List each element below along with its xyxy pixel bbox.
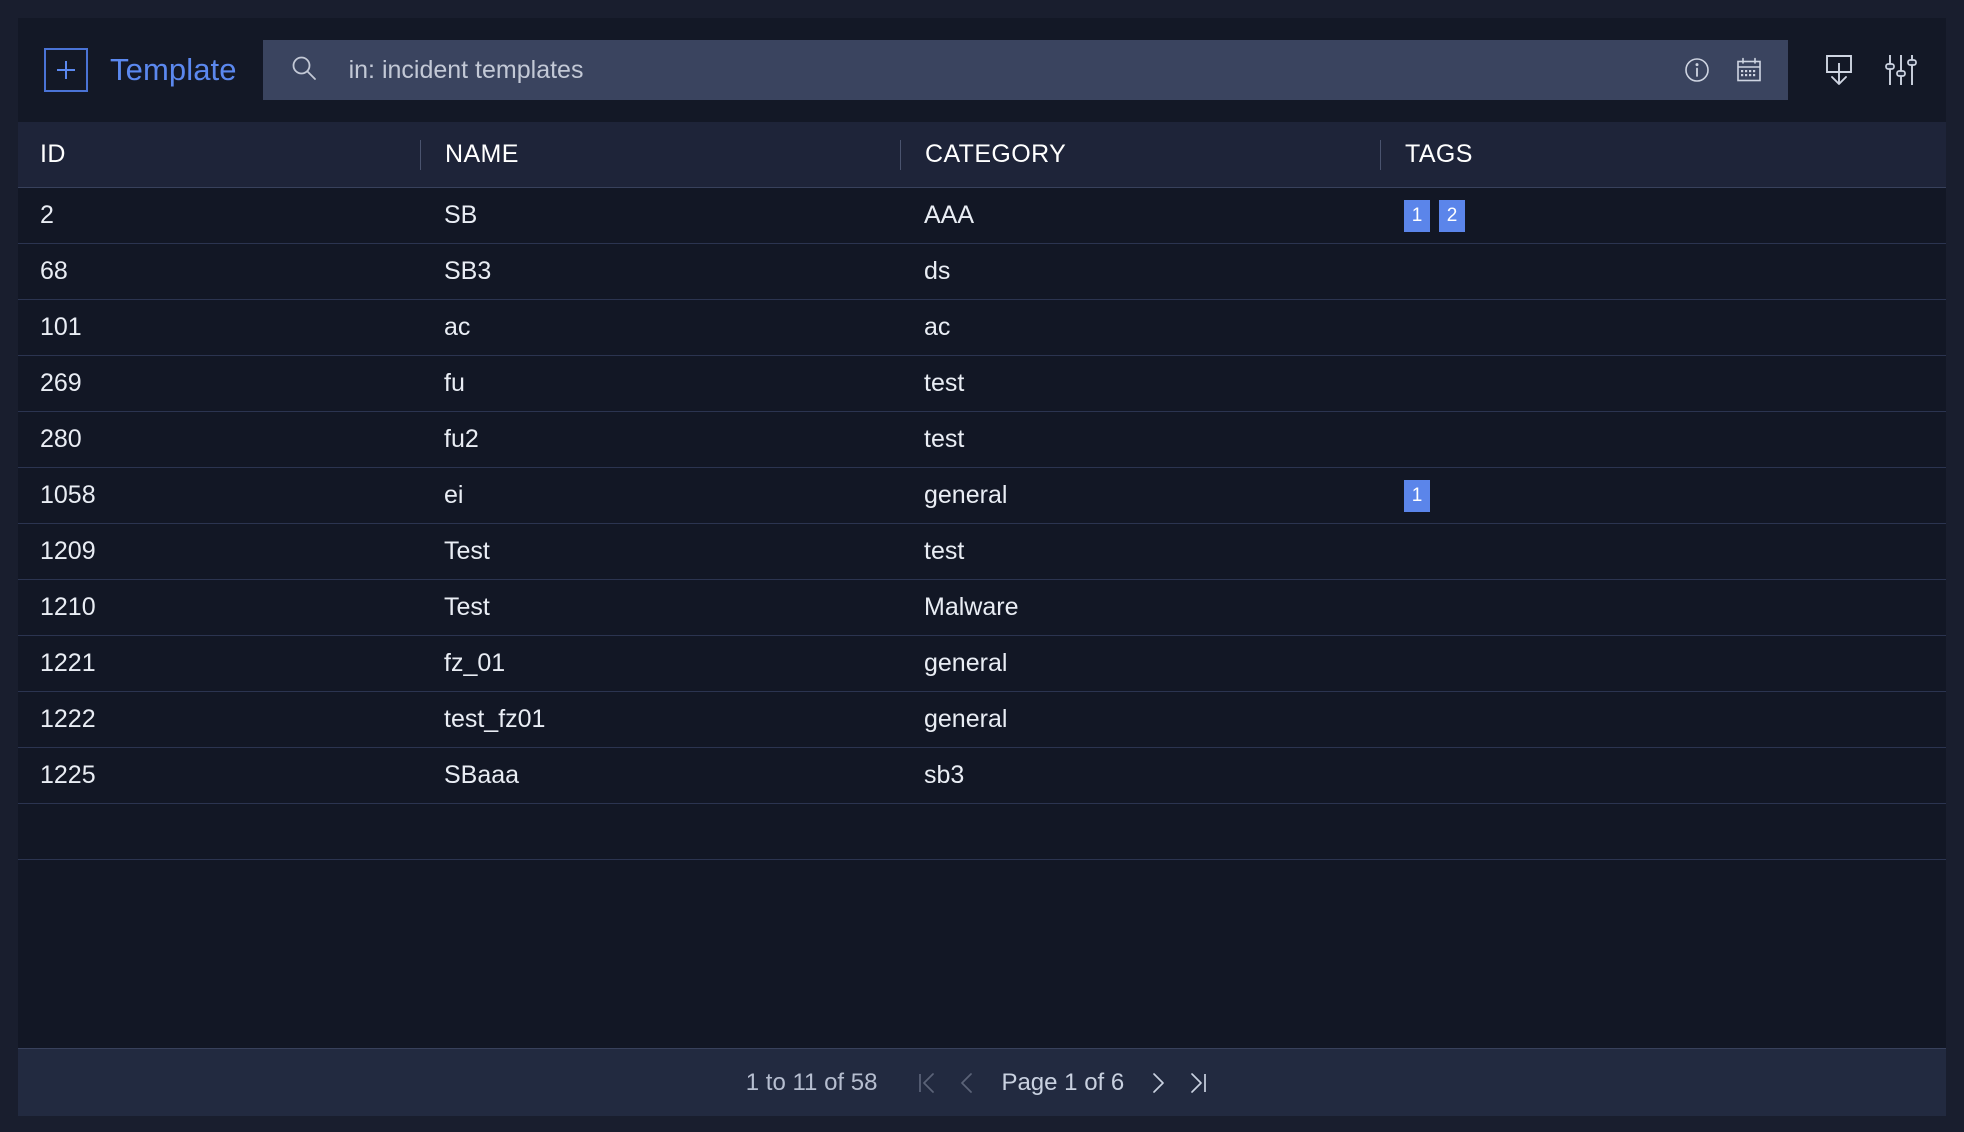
first-page-icon[interactable] xyxy=(907,1061,947,1105)
cell-name: Test xyxy=(420,524,900,579)
search-actions xyxy=(1682,55,1764,85)
cell-category: sb3 xyxy=(900,748,1380,803)
calendar-icon[interactable] xyxy=(1734,55,1764,85)
cell-name: fz_01 xyxy=(420,636,900,691)
table-row[interactable]: 1210TestMalware xyxy=(18,580,1946,636)
cell-tags: 12 xyxy=(1380,188,1946,243)
tag-badge[interactable]: 1 xyxy=(1404,480,1430,512)
cell-id: 1221 xyxy=(18,636,420,691)
cell-name: ei xyxy=(420,468,900,523)
cell-name: fu xyxy=(420,356,900,411)
cell-category: general xyxy=(900,692,1380,747)
cell-category: Malware xyxy=(900,580,1380,635)
page-indicator-label: Page 1 of 6 xyxy=(1001,1069,1124,1097)
table-row[interactable]: 1222test_fz01general xyxy=(18,692,1946,748)
table-row[interactable]: 1209Testtest xyxy=(18,524,1946,580)
cell-id: 2 xyxy=(18,188,420,243)
cell-id: 269 xyxy=(18,356,420,411)
cell-category: ac xyxy=(900,300,1380,355)
cell-tags xyxy=(1380,244,1946,299)
cell-category: ds xyxy=(900,244,1380,299)
cell-category xyxy=(900,804,1380,859)
cell-id: 68 xyxy=(18,244,420,299)
add-template-button[interactable] xyxy=(44,48,88,92)
next-page-icon[interactable] xyxy=(1138,1061,1178,1105)
cell-category: AAA xyxy=(900,188,1380,243)
search-icon xyxy=(289,53,319,88)
previous-page-icon[interactable] xyxy=(947,1061,987,1105)
cell-name: fu2 xyxy=(420,412,900,467)
cell-tags xyxy=(1380,692,1946,747)
cell-tags: 1 xyxy=(1380,468,1946,523)
info-circle-icon[interactable] xyxy=(1682,55,1712,85)
cell-id xyxy=(18,804,420,859)
search-input[interactable]: in: incident templates xyxy=(349,56,1682,85)
cell-tags xyxy=(1380,804,1946,859)
table-row[interactable]: 1225SBaaasb3 xyxy=(18,748,1946,804)
cell-tags xyxy=(1380,412,1946,467)
page-title: Template xyxy=(110,52,237,88)
cell-id: 1210 xyxy=(18,580,420,635)
column-header-category[interactable]: CATEGORY xyxy=(900,140,1380,170)
table-body: 2SBAAA1268SB3ds101acac269futest280fu2tes… xyxy=(18,188,1946,1048)
table-row[interactable]: 269futest xyxy=(18,356,1946,412)
last-page-icon[interactable] xyxy=(1178,1061,1218,1105)
templates-table: ID NAME CATEGORY TAGS 2SBAAA1268SB3ds101… xyxy=(18,122,1946,1048)
tag-list: 1 xyxy=(1404,480,1430,512)
tag-badge[interactable]: 1 xyxy=(1404,200,1430,232)
cell-id: 1222 xyxy=(18,692,420,747)
cell-name: ac xyxy=(420,300,900,355)
cell-tags xyxy=(1380,580,1946,635)
table-row[interactable]: 280fu2test xyxy=(18,412,1946,468)
table-row[interactable]: 68SB3ds xyxy=(18,244,1946,300)
cell-category: general xyxy=(900,636,1380,691)
cell-name xyxy=(420,804,900,859)
pagination: 1 to 11 of 58 Page 1 of 6 xyxy=(746,1061,1218,1105)
table-header-row: ID NAME CATEGORY TAGS xyxy=(18,122,1946,188)
column-header-tags[interactable]: TAGS xyxy=(1380,140,1946,170)
tag-list: 12 xyxy=(1404,200,1465,232)
cell-id: 101 xyxy=(18,300,420,355)
cell-category: test xyxy=(900,412,1380,467)
cell-id: 1209 xyxy=(18,524,420,579)
cell-tags xyxy=(1380,300,1946,355)
toolbar-actions xyxy=(1820,50,1920,90)
table-row[interactable]: 101acac xyxy=(18,300,1946,356)
cell-name: SB xyxy=(420,188,900,243)
plus-icon xyxy=(53,57,79,83)
cell-tags xyxy=(1380,524,1946,579)
table-row[interactable] xyxy=(18,804,1946,860)
cell-category: test xyxy=(900,356,1380,411)
cell-id: 280 xyxy=(18,412,420,467)
cell-tags xyxy=(1380,748,1946,803)
cell-name: test_fz01 xyxy=(420,692,900,747)
cell-name: SB3 xyxy=(420,244,900,299)
export-download-icon[interactable] xyxy=(1820,50,1858,90)
cell-name: Test xyxy=(420,580,900,635)
sliders-settings-icon[interactable] xyxy=(1882,50,1920,90)
template-list-panel: Template in: incident templates xyxy=(18,18,1946,1116)
cell-id: 1058 xyxy=(18,468,420,523)
table-row[interactable]: 1221fz_01general xyxy=(18,636,1946,692)
toolbar: Template in: incident templates xyxy=(18,18,1946,122)
cell-category: test xyxy=(900,524,1380,579)
cell-tags xyxy=(1380,356,1946,411)
cell-name: SBaaa xyxy=(420,748,900,803)
record-range-label: 1 to 11 of 58 xyxy=(746,1069,878,1097)
table-row[interactable]: 1058eigeneral 1 xyxy=(18,468,1946,524)
column-header-name[interactable]: NAME xyxy=(420,140,900,170)
table-footer: 1 to 11 of 58 Page 1 of 6 xyxy=(18,1048,1946,1116)
cell-tags xyxy=(1380,636,1946,691)
cell-category: general xyxy=(900,468,1380,523)
search-bar[interactable]: in: incident templates xyxy=(263,40,1788,100)
table-row[interactable]: 2SBAAA12 xyxy=(18,188,1946,244)
column-header-id[interactable]: ID xyxy=(18,122,420,187)
tag-badge[interactable]: 2 xyxy=(1439,200,1465,232)
cell-id: 1225 xyxy=(18,748,420,803)
